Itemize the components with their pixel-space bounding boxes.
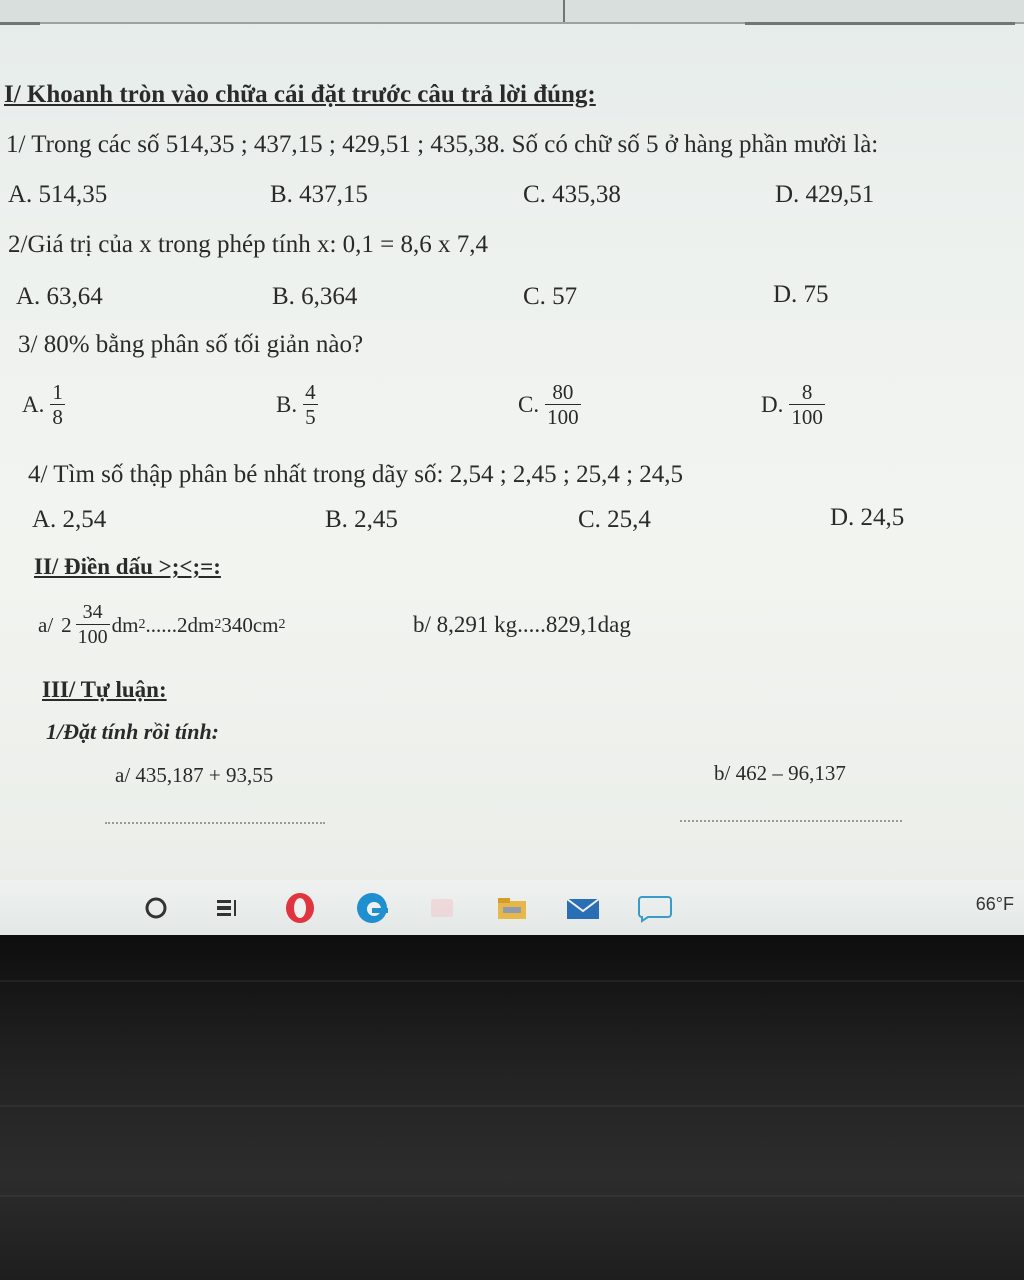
- edge-browser-icon[interactable]: [354, 890, 390, 926]
- question-2-option-c: C. 57: [523, 283, 578, 310]
- weather-temperature[interactable]: 66°F: [976, 894, 1014, 915]
- question-4-option-d: D. 24,5: [830, 504, 905, 531]
- section-2-heading: II/ Điền dấu >;<;=:: [34, 554, 221, 579]
- file-explorer-icon[interactable]: [494, 890, 530, 926]
- fraction-d: 8 100: [789, 380, 825, 429]
- fraction-a: 18: [50, 380, 65, 429]
- section-3-heading: III/ Tự luận:: [42, 677, 167, 702]
- taskbar: 66°F: [0, 880, 1024, 935]
- question-2-option-b: B. 6,364: [272, 283, 358, 310]
- opera-browser-icon[interactable]: [282, 890, 318, 926]
- laptop-bezel: [0, 935, 1024, 1280]
- task-view-icon[interactable]: [208, 890, 244, 926]
- laptop-screen: I/ Khoanh tròn vào chữa cái đặt trước câ…: [0, 0, 1024, 935]
- fraction-b: 45: [303, 380, 318, 429]
- question-3-option-d: D. 8 100: [761, 380, 825, 429]
- section-2-part-a: a/ 2 34 100 dm 2 ......2dm 2 340cm 2: [38, 601, 286, 648]
- question-4-option-a: A. 2,54: [32, 506, 107, 533]
- question-4-option-c: C. 25,4: [578, 506, 651, 533]
- mixed-number: 2 34 100: [61, 601, 110, 648]
- mail-icon[interactable]: [565, 890, 601, 926]
- fraction-c: 80 100: [545, 380, 581, 429]
- question-1-option-d: D. 429,51: [775, 181, 875, 208]
- section-2-part-b: b/ 8,291 kg.....829,1dag: [413, 612, 631, 637]
- question-1-option-a: A. 514,35: [8, 181, 108, 208]
- exercise-b: b/ 462 – 96,137: [714, 761, 846, 785]
- question-1-option-b: B. 437,15: [270, 181, 368, 208]
- question-3-option-b: B. 45: [276, 380, 318, 429]
- question-4-text: 4/ Tìm số thập phân bé nhất trong dãy số…: [28, 461, 684, 488]
- search-icon[interactable]: [138, 890, 174, 926]
- section-1-heading: I/ Khoanh tròn vào chữa cái đặt trước câ…: [4, 81, 596, 108]
- zalo-icon[interactable]: [636, 890, 676, 926]
- question-1-option-c: C. 435,38: [523, 181, 621, 208]
- question-3-option-c: C. 80 100: [518, 380, 581, 429]
- question-2-option-d: D. 75: [773, 281, 829, 308]
- question-3-text: 3/ 80% bằng phân số tối giản nào?: [18, 331, 364, 358]
- section-3-subheading: 1/Đặt tính rồi tính:: [46, 719, 220, 744]
- question-1-text: 1/ Trong các số 514,35 ; 437,15 ; 429,51…: [6, 131, 879, 158]
- exercise-a: a/ 435,187 + 93,55: [115, 763, 274, 787]
- question-4-option-b: B. 2,45: [325, 506, 398, 533]
- question-2-text: 2/Giá trị của x trong phép tính x: 0,1 =…: [8, 231, 489, 258]
- worksheet-document: I/ Khoanh tròn vào chữa cái đặt trước câ…: [0, 0, 1024, 880]
- app-icon[interactable]: [424, 890, 460, 926]
- answer-line-a: [105, 822, 325, 824]
- answer-line-b: [680, 820, 902, 822]
- question-2-option-a: A. 63,64: [16, 283, 103, 310]
- question-3-option-a: A. 18: [22, 380, 65, 429]
